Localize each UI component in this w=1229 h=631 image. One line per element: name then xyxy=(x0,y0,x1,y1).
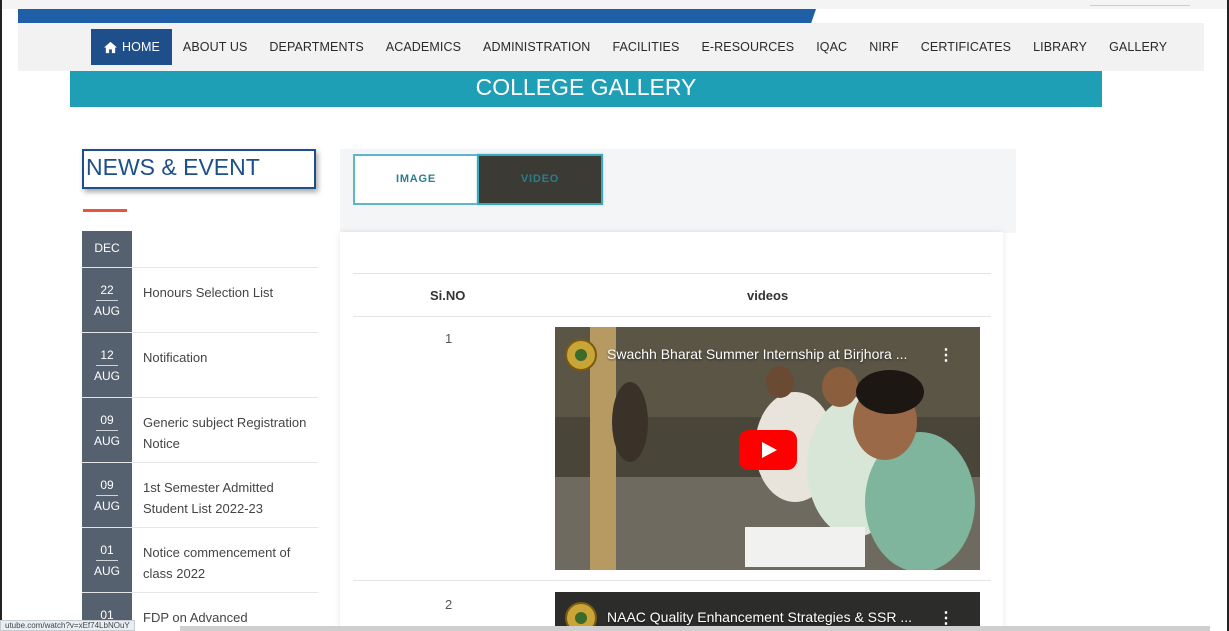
status-url: utube.com/watch?v=xEf74LbNOuY xyxy=(0,620,135,631)
horizontal-scrollbar[interactable] xyxy=(180,626,1210,631)
window-frame xyxy=(0,0,1229,631)
